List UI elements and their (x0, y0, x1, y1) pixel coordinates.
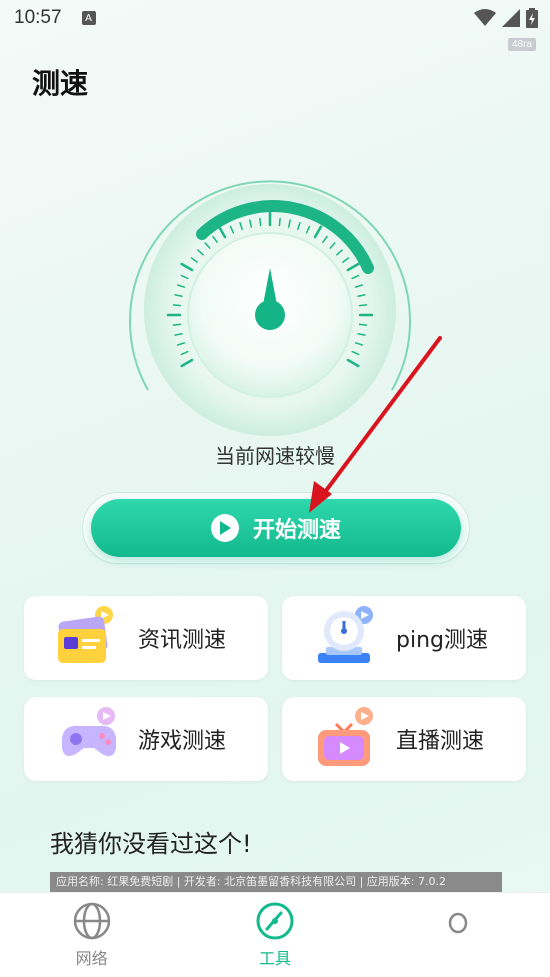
card-label: 资讯测速 (138, 628, 227, 653)
gauge-tick (278, 217, 281, 227)
corner-tag: 48ra (507, 38, 536, 51)
ring-icon (449, 912, 468, 934)
nav-tools[interactable]: 工具 (183, 893, 366, 977)
globe-icon (73, 902, 110, 940)
card-live-speed[interactable]: 直播测速 (282, 697, 526, 781)
wifi-icon (474, 9, 496, 26)
card-label: 游戏测速 (138, 729, 227, 754)
speed-status-text: 当前网速较慢 (215, 444, 335, 468)
gauge-tick (358, 323, 368, 326)
notification-icon: A (81, 11, 96, 25)
ping-scale-icon (312, 603, 382, 673)
card-game-speed[interactable]: 游戏测速 (24, 697, 268, 781)
page-title: 测速 (32, 67, 89, 100)
card-label: ping测速 (396, 628, 488, 653)
nav-label: 工具 (258, 949, 291, 968)
play-icon (210, 514, 239, 542)
nav-network[interactable]: 网络 (0, 893, 183, 977)
gauge-svg (129, 180, 411, 436)
status-time: 10:57 (14, 7, 62, 28)
status-bar: 10:57 A (0, 0, 550, 36)
battery-icon (526, 8, 538, 28)
card-news-speed[interactable]: 资讯测速 (24, 596, 268, 680)
tv-live-icon (312, 704, 382, 774)
gauge-tick (259, 217, 262, 227)
speed-gauge (120, 160, 420, 460)
gauge-tick (172, 304, 182, 307)
card-label: 直播测速 (396, 729, 485, 754)
news-card-icon (54, 603, 124, 673)
gauge-tick (358, 304, 368, 307)
bottom-nav: 网络 工具 (0, 892, 550, 977)
start-button-frame: 开始测速 (82, 492, 470, 564)
ad-info-strip[interactable]: 应用名称: 红果免费短剧 | 开发者: 北京笛墨留香科技有限公司 | 应用版本:… (50, 872, 502, 892)
nav-third[interactable] (367, 893, 550, 977)
signal-icon (502, 9, 520, 27)
start-button-label: 开始测速 (252, 518, 341, 543)
recommend-title: 我猜你没看过这个! (50, 830, 252, 858)
start-speed-test-button[interactable]: 开始测速 (91, 499, 461, 557)
status-icons (474, 8, 538, 28)
speedometer-icon (256, 902, 294, 940)
card-ping-speed[interactable]: ping测速 (282, 596, 526, 680)
gauge-tick (172, 323, 182, 326)
nav-label: 网络 (75, 949, 108, 968)
gamepad-icon (54, 704, 124, 774)
